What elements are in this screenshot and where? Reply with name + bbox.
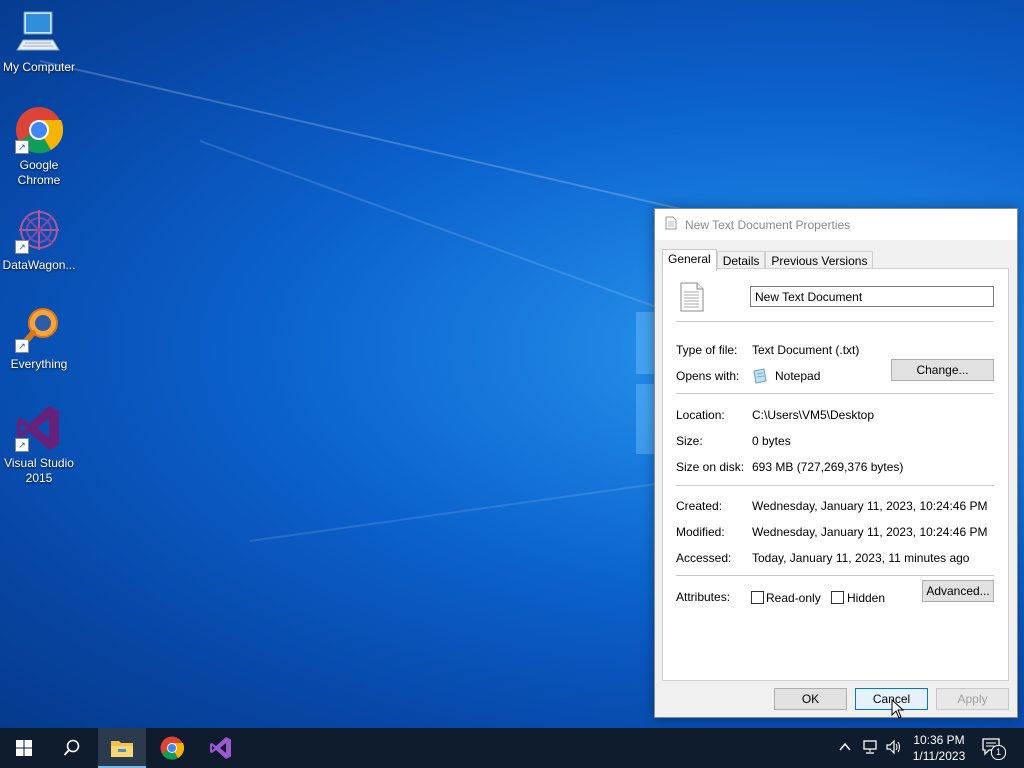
action-center-button[interactable]: 1 — [982, 738, 1006, 760]
location-label: Location: — [676, 408, 725, 422]
taskbar-chrome[interactable] — [148, 728, 196, 768]
change-button[interactable]: Change... — [891, 359, 994, 381]
attributes-label: Attributes: — [676, 590, 731, 604]
desktop-icon-google-chrome[interactable]: ↗ Google Chrome — [0, 106, 78, 188]
modified-value: Wednesday, January 11, 2023, 10:24:46 PM — [752, 525, 988, 539]
volume-icon[interactable] — [885, 739, 903, 760]
apply-button[interactable]: Apply — [936, 688, 1009, 710]
opens-with-value: Notepad — [775, 369, 821, 383]
network-icon[interactable] — [862, 739, 880, 760]
mouse-cursor-icon — [891, 698, 905, 722]
readonly-label[interactable]: Read-only — [766, 591, 821, 605]
search-button[interactable] — [48, 728, 96, 768]
tab-strip: General Details Previous Versions — [662, 249, 874, 271]
separator — [676, 575, 994, 576]
everything-search-icon: ↗ — [15, 305, 63, 353]
modified-label: Modified: — [676, 525, 725, 539]
file-name-input[interactable] — [750, 286, 994, 307]
desktop-icon-everything[interactable]: ↗ Everything — [0, 305, 78, 372]
properties-dialog[interactable]: New Text Document Properties General Det… — [654, 208, 1018, 719]
show-hidden-icons-chevron-icon[interactable] — [838, 740, 852, 757]
taskbar-clock[interactable]: 10:36 PM 1/11/2023 — [906, 732, 972, 764]
type-of-file-value: Text Document (.txt) — [752, 343, 860, 357]
chrome-icon: ↗ — [15, 106, 64, 154]
dialog-title: New Text Document Properties — [685, 217, 851, 232]
datawagon-icon: ↗ — [15, 206, 63, 254]
hidden-label[interactable]: Hidden — [847, 591, 885, 605]
visual-studio-icon — [210, 737, 231, 759]
desktop-icon-my-computer[interactable]: My Computer — [0, 8, 78, 75]
clock-time: 10:36 PM — [913, 733, 965, 747]
desktop-icon-visual-studio-2015[interactable]: ↗ Visual Studio 2015 — [0, 404, 78, 486]
desktop[interactable]: My Computer ↗ Google Chrome ↗ DataWagon.… — [0, 0, 1024, 728]
dialog-titlebar[interactable]: New Text Document Properties — [655, 209, 1017, 240]
separator — [676, 485, 994, 486]
desktop-icon-label: Everything — [10, 357, 68, 371]
shortcut-arrow-icon: ↗ — [15, 240, 29, 254]
separator — [676, 393, 994, 394]
text-document-icon — [680, 282, 704, 315]
type-of-file-label: Type of file: — [676, 343, 738, 357]
size-value: 0 bytes — [752, 434, 791, 448]
desktop-icon-label: My Computer — [2, 60, 76, 74]
wallpaper-beam — [39, 60, 703, 215]
shortcut-arrow-icon: ↗ — [15, 140, 29, 154]
tab-general[interactable]: General — [662, 249, 717, 271]
desktop-icon-label: Visual Studio 2015 — [4, 456, 74, 485]
ok-button[interactable]: OK — [774, 688, 847, 710]
start-icon — [16, 740, 32, 756]
separator — [676, 321, 994, 322]
general-tab-panel: Type of file: Text Document (.txt) Opens… — [662, 268, 1009, 681]
search-icon — [63, 739, 80, 756]
wallpaper-beam — [249, 481, 667, 542]
document-icon — [665, 216, 677, 233]
wallpaper-beam — [199, 140, 689, 320]
advanced-button[interactable]: Advanced... — [922, 580, 994, 602]
accessed-label: Accessed: — [676, 551, 732, 565]
chrome-icon — [160, 736, 184, 760]
notepad-icon — [752, 368, 768, 387]
size-on-disk-value: 693 MB (727,269,376 bytes) — [752, 460, 904, 474]
size-on-disk-label: Size on disk: — [676, 460, 745, 474]
file-explorer-icon — [111, 741, 133, 757]
shortcut-arrow-icon: ↗ — [15, 438, 29, 452]
readonly-checkbox[interactable] — [751, 591, 764, 604]
taskbar: 10:36 PM 1/11/2023 1 — [0, 728, 1024, 768]
hidden-checkbox[interactable] — [831, 591, 844, 604]
desktop-icon-label: DataWagon... — [2, 258, 76, 272]
created-label: Created: — [676, 499, 723, 513]
notification-badge: 1 — [991, 745, 1006, 760]
opens-with-label: Opens with: — [676, 369, 740, 383]
accessed-value: Today, January 11, 2023, 11 minutes ago — [752, 551, 970, 565]
start-button[interactable] — [0, 728, 48, 768]
size-label: Size: — [676, 434, 703, 448]
computer-icon — [15, 8, 63, 56]
taskbar-visual-studio[interactable] — [197, 728, 245, 768]
desktop-icon-datawagon[interactable]: ↗ DataWagon... — [0, 206, 78, 273]
created-value: Wednesday, January 11, 2023, 10:24:46 PM — [752, 499, 988, 513]
taskbar-file-explorer[interactable] — [98, 728, 146, 768]
clock-date: 1/11/2023 — [912, 749, 966, 763]
location-value: C:\Users\VM5\Desktop — [752, 408, 875, 422]
shortcut-arrow-icon: ↗ — [15, 339, 29, 353]
desktop-icon-label: Google Chrome — [17, 158, 61, 187]
visual-studio-icon: ↗ — [15, 404, 63, 452]
